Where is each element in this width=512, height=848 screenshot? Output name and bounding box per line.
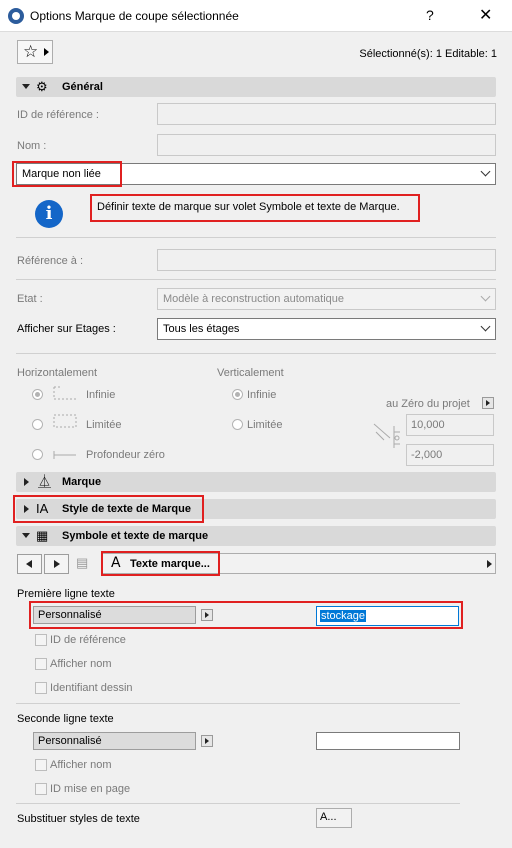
v-option-infinite: Infinie (247, 389, 277, 401)
first-line-label: Première ligne texte (17, 588, 115, 600)
marker-icon: ⏅ (38, 474, 52, 489)
first-line-mode-arrow[interactable] (201, 609, 213, 621)
project-zero-arrow-button (482, 397, 494, 409)
show-on-stories-value: Tous les étages (163, 323, 240, 335)
second-line-mode-select[interactable]: Personnalisé (33, 732, 196, 750)
top-value-field: 10,000 (406, 414, 494, 436)
second-line-text-input[interactable] (316, 732, 460, 750)
separator (16, 353, 496, 354)
state-select: Modèle à reconstruction automatique (157, 288, 496, 310)
override-text-styles-label: Substituer styles de texte (17, 813, 140, 825)
checkbox-show-name (35, 658, 47, 670)
bottom-value: -2,000 (411, 449, 443, 461)
arrow-right-icon (44, 48, 49, 56)
checkbox-second-show-name (35, 759, 47, 771)
infinite-range-icon (53, 386, 76, 400)
second-line-mode-value: Personnalisé (38, 735, 102, 747)
radio-h-infinite (32, 389, 43, 400)
radio-v-limited (232, 419, 243, 430)
chevron-down-icon (480, 291, 491, 302)
override-text-styles-button-label: A... (320, 811, 337, 823)
radio-h-zero-depth (32, 449, 43, 460)
window-title: Options Marque de coupe sélectionnée (30, 9, 239, 23)
second-line-mode-arrow[interactable] (201, 735, 213, 747)
separator (16, 803, 460, 804)
chevron-down-icon (480, 166, 491, 177)
title-bar: Options Marque de coupe sélectionnée ? ✕ (0, 0, 512, 32)
v-option-limited: Limitée (247, 419, 283, 431)
state-value: Modèle à reconstruction automatique (163, 293, 344, 305)
check-label-id-reference: ID de référence (50, 634, 126, 646)
highlight-page-select (101, 551, 220, 576)
info-icon: i (35, 200, 63, 228)
star-icon: ☆ (23, 42, 39, 61)
page-list-icon[interactable]: ▤ (76, 555, 96, 573)
separator (16, 703, 460, 704)
first-line-text-input[interactable]: stockage (316, 606, 459, 626)
state-label: Etat : (17, 293, 43, 305)
arrow-right-icon (487, 560, 492, 568)
first-line-mode-select[interactable]: Personnalisé (33, 606, 196, 624)
checkbox-drawing-id (35, 682, 47, 694)
separator (16, 279, 496, 280)
top-value: 10,000 (411, 419, 445, 431)
info-text: Définir texte de marque sur volet Symbol… (97, 201, 400, 213)
vertical-label: Verticalement (217, 367, 284, 379)
expand-triangle-icon (24, 478, 29, 486)
name-field (157, 134, 496, 156)
close-button[interactable]: ✕ (479, 5, 492, 25)
next-page-button[interactable] (44, 554, 69, 574)
horizontal-label: Horizontalement (17, 367, 98, 379)
check-label-second-show-name: Afficher nom (50, 759, 112, 771)
id-label: ID de référence : (17, 109, 99, 121)
section-marker-label: Marque (62, 476, 102, 488)
section-marker[interactable]: ⏅ Marque (16, 472, 496, 492)
previous-page-button[interactable] (17, 554, 42, 574)
check-label-show-name: Afficher nom (50, 658, 112, 670)
section-general-label: Général (62, 81, 103, 93)
collapse-triangle-icon (22, 84, 30, 89)
help-button[interactable]: ? (426, 7, 434, 23)
second-line-label: Seconde ligne texte (17, 713, 114, 725)
checkbox-layout-id (35, 783, 47, 795)
collapse-triangle-icon (22, 533, 30, 538)
check-label-layout-id: ID mise en page (50, 783, 131, 795)
radio-v-infinite (232, 389, 243, 400)
show-on-stories-label: Afficher sur Etages : (17, 323, 116, 335)
selection-info: Sélectionné(s): 1 Editable: 1 (359, 48, 497, 60)
show-on-stories-select[interactable]: Tous les étages (157, 318, 496, 340)
highlight-text-style (13, 495, 204, 523)
limited-range-icon (53, 414, 77, 428)
name-label: Nom : (17, 140, 47, 152)
reference-label: Référence à : (17, 255, 84, 267)
h-option-limited: Limitée (86, 419, 122, 431)
bottom-value-field: -2,000 (406, 444, 494, 466)
symbol-text-icon: ▦ (36, 528, 49, 543)
reference-field (157, 249, 496, 271)
override-text-styles-button[interactable]: A... (316, 808, 352, 828)
general-settings-icon: ⚙ (36, 79, 48, 94)
radio-h-limited (32, 419, 43, 430)
highlight-marker-type (12, 161, 122, 187)
project-zero-label: au Zéro du projet (386, 398, 470, 410)
favorites-button[interactable]: ☆ (17, 40, 53, 64)
section-symbol-text[interactable]: ▦ Symbole et texte de marque (16, 526, 496, 546)
section-general[interactable]: ⚙ Général (16, 77, 496, 97)
check-label-drawing-id: Identifiant dessin (50, 682, 133, 694)
zero-depth-icon (53, 451, 76, 459)
id-field (157, 103, 496, 125)
section-depth-icon (373, 423, 400, 448)
separator (16, 237, 496, 238)
first-line-text-value: stockage (320, 610, 367, 622)
section-symbol-text-label: Symbole et texte de marque (62, 530, 209, 542)
chevron-down-icon (480, 321, 491, 332)
h-option-infinite: Infinie (86, 389, 116, 401)
first-line-mode-value: Personnalisé (38, 609, 102, 621)
app-icon (8, 8, 24, 24)
checkbox-id-reference (35, 634, 47, 646)
h-option-zero-depth: Profondeur zéro (86, 449, 165, 461)
